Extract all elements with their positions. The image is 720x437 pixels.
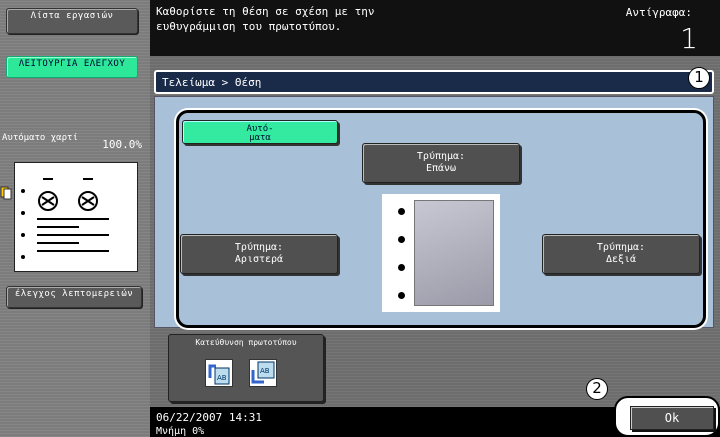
punch-left-button[interactable]: Τρύπημα: Αριστερά xyxy=(180,234,338,274)
paper-sheet-icon xyxy=(414,200,494,306)
datetime: 06/22/2007 14:31 xyxy=(156,411,262,424)
callout-1: 1 xyxy=(688,67,710,89)
svg-text:AB: AB xyxy=(260,367,270,375)
ok-button[interactable]: Ok xyxy=(630,406,714,430)
punch-right-button[interactable]: Τρύπημα: Δεξιά xyxy=(542,234,700,274)
copies-value: 1 xyxy=(680,22,698,55)
check-function-button[interactable]: ΛΕΙΤΟΥΡΓΙΑ ΕΛΕΓΧΟΥ xyxy=(6,56,138,78)
paper-tray-icon xyxy=(0,186,12,200)
callout-2: 2 xyxy=(586,378,608,400)
auto-paper-row: Αυτόματο χαρτί 100.0% xyxy=(0,134,150,154)
message-header: Καθορίστε τη θέση σε σχέση με την ευθυγρ… xyxy=(150,0,720,56)
memory-status: Μνήμη 0% xyxy=(156,426,205,437)
auto-position-button[interactable]: Αυτό-ματα xyxy=(182,120,338,144)
zoom-value: 100.0% xyxy=(102,138,142,151)
punch-hole-icon xyxy=(398,236,405,243)
instruction-message: Καθορίστε τη θέση σε σχέση με την ευθυγρ… xyxy=(156,5,375,33)
copy-preview xyxy=(14,162,138,272)
job-list-button[interactable]: Λίστα εργασιών xyxy=(6,8,138,34)
check-details-button[interactable]: έλεγχος λεπτομερειών xyxy=(6,286,142,308)
sidebar: Λίστα εργασιών ΛΕΙΤΟΥΡΓΙΑ ΕΛΕΓΧΟΥ Αυτόμα… xyxy=(0,0,150,437)
breadcrumb: Τελείωμα > Θέση xyxy=(154,70,714,94)
job-list-label: Λίστα εργασιών xyxy=(30,11,114,21)
svg-text:AB: AB xyxy=(217,374,227,382)
auto-label: Αυτό-ματα xyxy=(246,124,274,143)
rotate-original-left-icon: AB xyxy=(205,359,233,387)
punch-top-button[interactable]: Τρύπημα: Επάνω xyxy=(362,143,520,183)
document-preview-icon xyxy=(21,178,109,259)
rotate-original-right-icon: AB xyxy=(249,359,277,387)
punch-right-label: Τρύπημα: Δεξιά xyxy=(596,242,646,265)
punch-hole-icon xyxy=(398,264,405,271)
auto-paper-label: Αυτόματο χαρτί xyxy=(2,133,78,143)
breadcrumb-text: Τελείωμα > Θέση xyxy=(162,76,262,89)
ok-label: Ok xyxy=(664,411,680,425)
copies-label: Αντίγραφα: xyxy=(625,6,692,19)
punch-top-label: Τρύπημα: Επάνω xyxy=(416,151,466,174)
punch-hole-icon xyxy=(398,292,405,299)
punch-preview xyxy=(382,194,500,312)
check-details-label: έλεγχος λεπτομερειών xyxy=(14,289,134,299)
original-direction-label: Κατεύθυνση πρωτοτύπου xyxy=(195,338,297,347)
punch-left-label: Τρύπημα: Αριστερά xyxy=(234,242,284,265)
original-direction-button[interactable]: Κατεύθυνση πρωτοτύπου AB AB xyxy=(168,334,324,402)
punch-hole-icon xyxy=(398,208,405,215)
check-function-label: ΛΕΙΤΟΥΡΓΙΑ ΕΛΕΓΧΟΥ xyxy=(18,59,126,69)
